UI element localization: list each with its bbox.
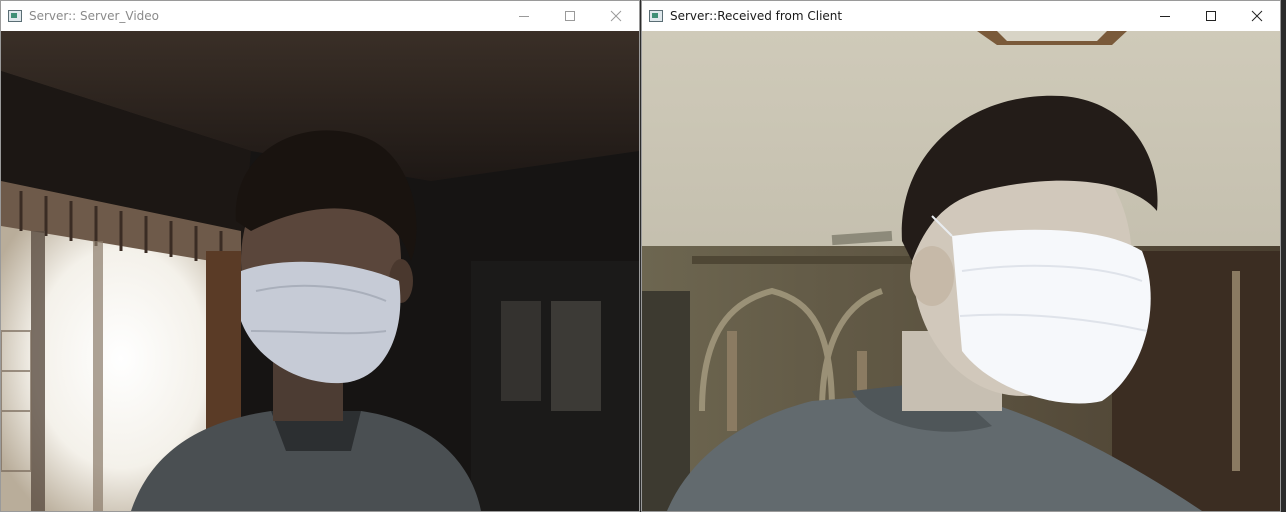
maximize-icon: [565, 11, 575, 21]
close-icon: [610, 10, 622, 22]
window-controls: [501, 1, 639, 31]
title-bar[interactable]: Server:: Server_Video: [1, 1, 639, 31]
minimize-icon: [1160, 16, 1170, 17]
video-frame: [642, 31, 1280, 511]
title-bar[interactable]: Server::Received from Client: [642, 1, 1280, 31]
received-from-client-window[interactable]: Server::Received from Client: [641, 0, 1281, 512]
minimize-button[interactable]: [501, 1, 547, 31]
window-title: Server:: Server_Video: [29, 9, 160, 23]
video-frame: [1, 31, 639, 511]
minimize-icon: [519, 16, 529, 17]
video-feed-image: [642, 31, 1280, 511]
maximize-button[interactable]: [547, 1, 593, 31]
server-video-window[interactable]: Server:: Server_Video: [0, 0, 640, 512]
close-button[interactable]: [1234, 1, 1280, 31]
window-title: Server::Received from Client: [670, 9, 843, 23]
maximize-icon: [1206, 11, 1216, 21]
maximize-button[interactable]: [1188, 1, 1234, 31]
minimize-button[interactable]: [1142, 1, 1188, 31]
app-window-icon: [649, 10, 663, 22]
app-window-icon: [8, 10, 22, 22]
window-controls: [1142, 1, 1280, 31]
close-icon: [1251, 10, 1263, 22]
close-button[interactable]: [593, 1, 639, 31]
video-feed-image: [1, 31, 639, 511]
